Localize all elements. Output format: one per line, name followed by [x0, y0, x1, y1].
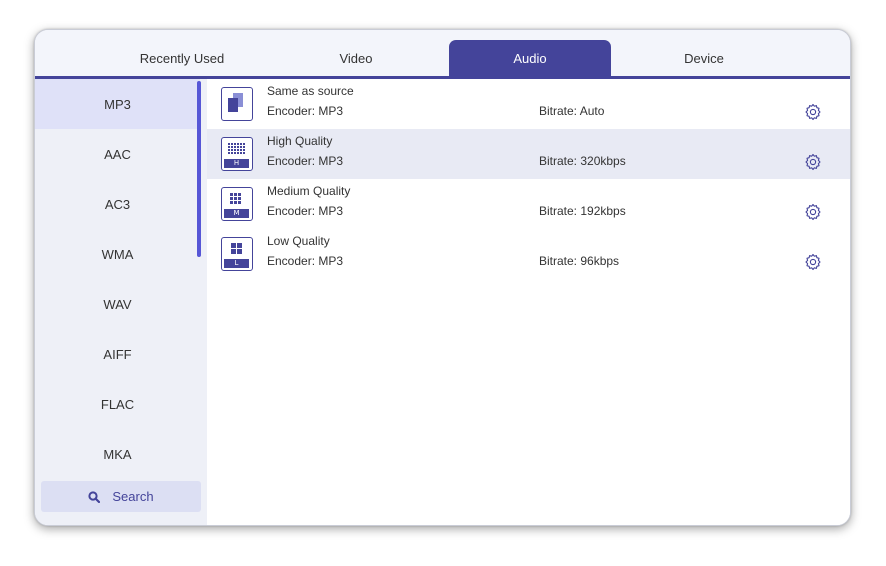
- preset-encoder: Encoder: MP3: [267, 104, 344, 118]
- preset-bitrate: Bitrate: 320kbps: [539, 154, 626, 168]
- preset-name: High Quality: [267, 134, 333, 148]
- search-icon: [88, 490, 101, 503]
- gear-icon[interactable]: [804, 203, 822, 221]
- quality-badge: L: [224, 259, 249, 268]
- preset-row-high-quality[interactable]: H High Quality Encoder: MP3 Bitrate: 320…: [207, 129, 850, 179]
- sidebar-item-mka[interactable]: MKA: [35, 429, 200, 479]
- high-quality-icon: H: [221, 137, 253, 171]
- sidebar-item-wma[interactable]: WMA: [35, 229, 200, 279]
- preset-bitrate: Bitrate: 96kbps: [539, 254, 620, 268]
- search-label: Search: [112, 489, 154, 504]
- gear-icon[interactable]: [804, 103, 822, 121]
- copy-icon: [221, 87, 253, 121]
- preset-bitrate: Bitrate: 192kbps: [539, 204, 626, 218]
- sidebar-scrollbar[interactable]: [197, 81, 201, 257]
- search-button[interactable]: Search: [41, 481, 201, 512]
- preset-encoder: Encoder: MP3: [267, 154, 344, 168]
- sidebar-item-wav[interactable]: WAV: [35, 279, 200, 329]
- sidebar-item-aac[interactable]: AAC: [35, 129, 200, 179]
- tab-device[interactable]: Device: [623, 40, 785, 77]
- quality-badge: H: [224, 159, 249, 168]
- gear-icon[interactable]: [804, 153, 822, 171]
- sidebar-item-ac3[interactable]: AC3: [35, 179, 200, 229]
- preset-encoder: Encoder: MP3: [267, 254, 344, 268]
- tab-bar: Recently Used Video Audio Device: [35, 30, 850, 79]
- preset-row-low-quality[interactable]: L Low Quality Encoder: MP3 Bitrate: 96kb…: [207, 229, 850, 279]
- tab-recently-used[interactable]: Recently Used: [101, 40, 263, 77]
- sidebar-item-flac[interactable]: FLAC: [35, 379, 200, 429]
- preset-list: Same as source Encoder: MP3 Bitrate: Aut…: [207, 79, 850, 525]
- format-sidebar: MP3 AAC AC3 WMA WAV AIFF FLAC MKA Search: [35, 79, 207, 525]
- tab-audio[interactable]: Audio: [449, 40, 611, 77]
- preset-bitrate: Bitrate: Auto: [539, 104, 605, 118]
- preset-row-medium-quality[interactable]: M Medium Quality Encoder: MP3 Bitrate: 1…: [207, 179, 850, 229]
- preset-name: Medium Quality: [267, 184, 351, 198]
- preset-row-same-as-source[interactable]: Same as source Encoder: MP3 Bitrate: Aut…: [207, 79, 850, 129]
- tab-video[interactable]: Video: [275, 40, 437, 77]
- format-dialog: Recently Used Video Audio Device MP3 AAC…: [34, 29, 851, 526]
- medium-quality-icon: M: [221, 187, 253, 221]
- preset-encoder: Encoder: MP3: [267, 204, 344, 218]
- sidebar-item-aiff[interactable]: AIFF: [35, 329, 200, 379]
- sidebar-item-mp3[interactable]: MP3: [35, 79, 200, 129]
- gear-icon[interactable]: [804, 253, 822, 271]
- preset-name: Low Quality: [267, 234, 330, 248]
- low-quality-icon: L: [221, 237, 253, 271]
- preset-name: Same as source: [267, 84, 354, 98]
- quality-badge: M: [224, 209, 249, 218]
